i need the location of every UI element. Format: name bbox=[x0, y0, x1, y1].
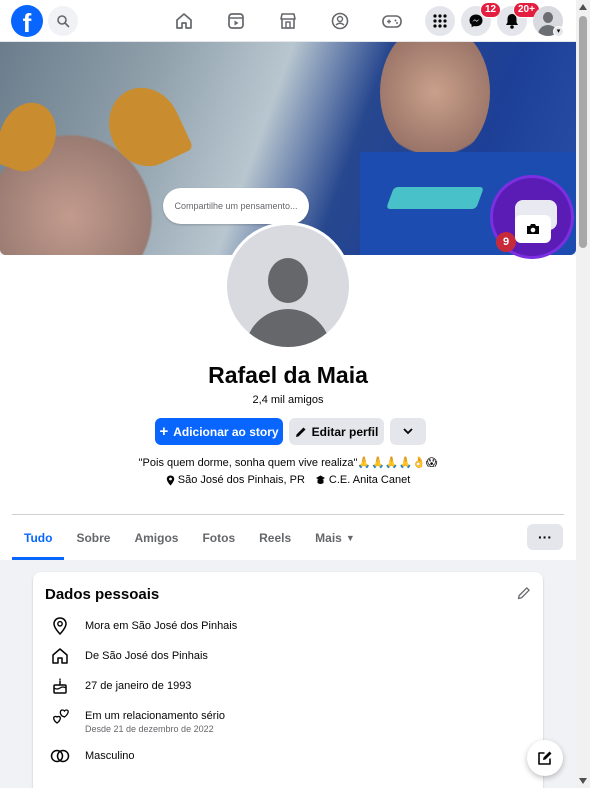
compose-icon bbox=[538, 751, 552, 765]
top-navigation: f 12 20+ ▾ bbox=[0, 0, 576, 42]
chevron-down-icon bbox=[403, 428, 413, 435]
groups-nav[interactable] bbox=[328, 9, 352, 33]
profile-picture[interactable] bbox=[224, 222, 352, 350]
relationship-row: Em um relacionamento sério Desde 21 de d… bbox=[49, 706, 225, 736]
add-to-story-button[interactable]: + Adicionar ao story bbox=[155, 418, 283, 445]
tab-mais-label: Mais bbox=[315, 530, 342, 545]
gaming-nav[interactable] bbox=[380, 9, 404, 33]
camera-icon bbox=[527, 224, 539, 234]
share-thought-bubble[interactable]: Compartilhe um pensamento... bbox=[163, 188, 309, 224]
profile-more-button[interactable] bbox=[390, 418, 426, 445]
edit-details-button[interactable] bbox=[517, 586, 531, 605]
location-info: São José dos Pinhais, PR bbox=[166, 474, 305, 486]
page-scrollbar[interactable] bbox=[576, 0, 590, 788]
location-text[interactable]: São José dos Pinhais, PR bbox=[178, 474, 305, 486]
tab-fotos[interactable]: Fotos bbox=[190, 515, 247, 560]
location-pin-icon bbox=[166, 475, 174, 485]
profile-bio: "Pois quem dorme, sonha quem vive realiz… bbox=[138, 457, 438, 469]
tab-mais[interactable]: Mais ▼ bbox=[303, 515, 367, 560]
tab-tudo[interactable]: Tudo bbox=[12, 515, 65, 560]
search-icon bbox=[57, 15, 70, 28]
tab-amigos[interactable]: Amigos bbox=[122, 515, 190, 560]
personal-info-card: Dados pessoais Mora em São José dos Pinh… bbox=[33, 572, 543, 788]
edit-cover-button[interactable] bbox=[515, 215, 551, 243]
video-icon bbox=[228, 13, 244, 29]
profile-meta: São José dos Pinhais, PR C.E. Anita Cane… bbox=[0, 474, 576, 486]
relationship-hearts-icon bbox=[49, 706, 71, 726]
marketplace-icon bbox=[280, 13, 296, 29]
hometown-text: De São José dos Pinhais bbox=[85, 650, 208, 662]
story-count-badge: 9 bbox=[496, 232, 516, 252]
school-info: C.E. Anita Canet bbox=[315, 474, 410, 486]
tab-reels[interactable]: Reels bbox=[247, 515, 303, 560]
relationship-text: Em um relacionamento sério bbox=[85, 710, 226, 722]
profile-name: Rafael da Maia bbox=[208, 362, 368, 388]
add-to-story-label: Adicionar ao story bbox=[173, 424, 279, 439]
birthday-text: 27 de janeiro de 1993 bbox=[85, 680, 192, 692]
video-nav[interactable] bbox=[224, 9, 248, 33]
scroll-down-arrow[interactable] bbox=[579, 778, 587, 784]
profile-tabs: Tudo Sobre Amigos Fotos Reels Mais ▼ bbox=[12, 515, 367, 560]
pencil-icon bbox=[517, 587, 530, 600]
gaming-icon bbox=[382, 15, 402, 28]
friends-count[interactable]: 2,4 mil amigos bbox=[0, 394, 576, 406]
edit-profile-button[interactable]: Editar perfil bbox=[289, 418, 384, 445]
caret-down-icon: ▼ bbox=[345, 532, 355, 543]
groups-icon bbox=[331, 12, 349, 30]
scroll-up-arrow[interactable] bbox=[579, 4, 587, 10]
lives-in-text: Mora em São José dos Pinhais bbox=[85, 620, 238, 632]
ellipsis-icon: ··· bbox=[538, 529, 552, 545]
menu-button[interactable] bbox=[425, 6, 455, 36]
profile-page: { "header": { "logo": "f", "messenger_ba… bbox=[0, 0, 590, 788]
notifications-button[interactable]: 20+ bbox=[497, 2, 540, 36]
tab-sobre[interactable]: Sobre bbox=[64, 515, 122, 560]
tabs-more-options-button[interactable]: ··· bbox=[527, 524, 563, 550]
lives-in-row: Mora em São José dos Pinhais bbox=[49, 616, 237, 636]
marketplace-nav[interactable] bbox=[276, 9, 300, 33]
scroll-thumb[interactable] bbox=[579, 16, 587, 248]
pencil-icon bbox=[295, 427, 306, 437]
school-text[interactable]: C.E. Anita Canet bbox=[329, 474, 410, 486]
messenger-button[interactable]: 12 bbox=[461, 2, 502, 36]
edit-profile-label: Editar perfil bbox=[311, 424, 379, 439]
card-title: Dados pessoais bbox=[45, 586, 160, 603]
gender-row: Masculino bbox=[49, 746, 135, 766]
location-pin-icon bbox=[49, 616, 71, 636]
chevron-down-icon[interactable]: ▾ bbox=[553, 26, 564, 37]
search-button[interactable] bbox=[48, 6, 78, 36]
birthday-cake-icon bbox=[49, 676, 71, 696]
home-nav[interactable] bbox=[172, 9, 196, 33]
gender-text: Masculino bbox=[85, 750, 135, 762]
plus-icon: + bbox=[159, 422, 169, 440]
home-icon bbox=[49, 646, 71, 666]
school-icon bbox=[315, 475, 325, 484]
relationship-since: Desde 21 de dezembro de 2022 bbox=[85, 724, 214, 734]
hometown-row: De São José dos Pinhais bbox=[49, 646, 208, 666]
facebook-logo[interactable]: f bbox=[11, 5, 43, 37]
grid-menu-icon bbox=[433, 14, 447, 28]
birthday-row: 27 de janeiro de 1993 bbox=[49, 676, 191, 696]
new-message-button[interactable] bbox=[527, 740, 563, 776]
home-icon bbox=[176, 13, 192, 29]
gender-icon bbox=[49, 746, 71, 766]
